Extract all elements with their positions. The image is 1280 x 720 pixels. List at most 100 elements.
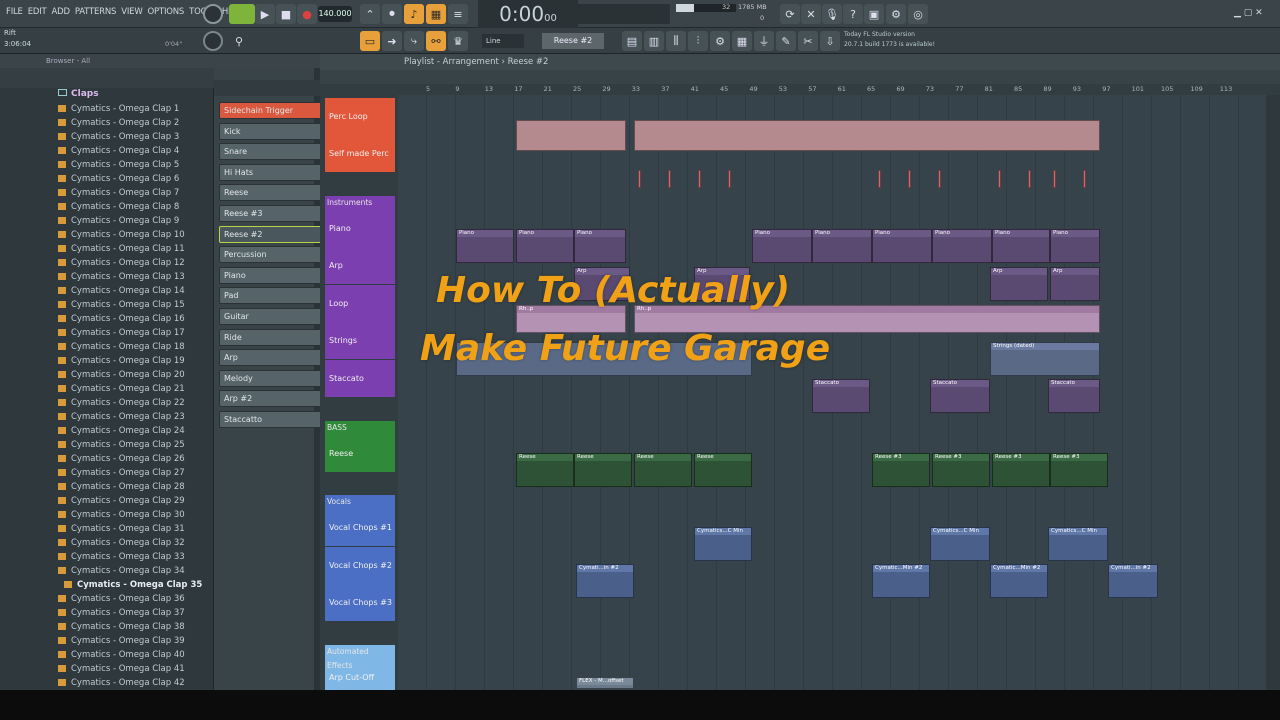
browser-item[interactable]: Cymatics - Omega Clap 42 bbox=[58, 676, 185, 690]
countdown-icon[interactable]: ♪ bbox=[404, 4, 424, 24]
browser-item[interactable]: Cymatics - Omega Clap 19 bbox=[58, 354, 185, 368]
save-icon[interactable]: ▣ bbox=[864, 4, 884, 24]
browser-folder-claps[interactable]: Claps bbox=[58, 89, 99, 99]
playlist-clip[interactable]: Cymatics...C Min bbox=[930, 527, 990, 561]
playlist-clip[interactable]: Piano bbox=[456, 229, 514, 263]
cut-icon[interactable]: ✂ bbox=[798, 31, 818, 51]
browser-item[interactable]: Cymatics - Omega Clap 1 bbox=[58, 102, 179, 116]
browser-item[interactable]: Cymatics - Omega Clap 8 bbox=[58, 200, 179, 214]
arrow-icon[interactable]: ➜ bbox=[382, 31, 402, 51]
browser-item[interactable]: Cymatics - Omega Clap 37 bbox=[58, 606, 185, 620]
edison-icon[interactable]: ✎ bbox=[776, 31, 796, 51]
channel-button[interactable]: Percussion bbox=[219, 246, 323, 264]
track-header[interactable]: Vocal Chops #3 bbox=[325, 584, 395, 621]
wait-input-icon[interactable]: ⏺ bbox=[382, 4, 402, 24]
playlist-clip[interactable]: Reese #3 bbox=[872, 453, 930, 487]
channel-button[interactable]: Melody bbox=[219, 369, 323, 387]
plug-icon[interactable]: ⏚ bbox=[754, 31, 774, 51]
cpu-icon[interactable]: ⟳ bbox=[780, 4, 800, 24]
record-button[interactable]: ● bbox=[297, 4, 317, 24]
browser-item[interactable]: Cymatics - Omega Clap 34 bbox=[58, 564, 185, 578]
browser-item[interactable]: Cymatics - Omega Clap 16 bbox=[58, 312, 185, 326]
link-icon[interactable]: ⚯ bbox=[426, 31, 446, 51]
playlist-clip[interactable]: Piano bbox=[872, 229, 932, 263]
playlist-clip[interactable]: Reese bbox=[516, 453, 574, 487]
playlist-clip[interactable] bbox=[698, 170, 701, 188]
pattern-mode-icon[interactable]: ▭ bbox=[360, 31, 380, 51]
tempo-display[interactable]: 140.000 bbox=[318, 6, 352, 22]
browser-item[interactable]: Cymatics - Omega Clap 30 bbox=[58, 508, 185, 522]
snap-select[interactable]: Line bbox=[482, 34, 524, 48]
channel-button[interactable]: Arp bbox=[219, 349, 323, 367]
channel-button[interactable]: Reese bbox=[219, 184, 323, 202]
browser-item[interactable]: Cymatics - Omega Clap 15 bbox=[58, 298, 185, 312]
playlist-clip[interactable]: Reese bbox=[574, 453, 632, 487]
playlist-clip[interactable]: Reese #3 bbox=[1050, 453, 1108, 487]
browser-item[interactable]: Cymatics - Omega Clap 28 bbox=[58, 480, 185, 494]
playlist-clip[interactable]: Reese #3 bbox=[932, 453, 990, 487]
browser-item[interactable]: Cymatics - Omega Clap 23 bbox=[58, 410, 185, 424]
track-header[interactable]: Arp bbox=[325, 247, 395, 284]
channel-button[interactable]: Snare bbox=[219, 143, 323, 161]
piano-roll-icon[interactable]: ▥ bbox=[644, 31, 664, 51]
track-header[interactable]: Piano bbox=[325, 210, 395, 247]
browser-item[interactable]: Cymatics - Omega Clap 41 bbox=[58, 662, 185, 676]
master-volume-knob[interactable] bbox=[203, 4, 223, 24]
track-header[interactable]: Self made Perc bbox=[325, 135, 395, 172]
playlist-clip[interactable]: Piano bbox=[992, 229, 1050, 263]
channel-button[interactable]: Ride bbox=[219, 328, 323, 346]
download-icon[interactable]: ⇩ bbox=[820, 31, 840, 51]
playlist-clip[interactable] bbox=[638, 170, 641, 188]
mixer-view-icon[interactable]: ⫶ bbox=[688, 31, 708, 51]
channel-rack-icon[interactable]: ⫼ bbox=[666, 31, 686, 51]
browser-item[interactable]: Cymatics - Omega Clap 38 bbox=[58, 620, 185, 634]
browser-item[interactable]: Cymatics - Omega Clap 9 bbox=[58, 214, 179, 228]
pin-icon[interactable]: ⚲ bbox=[229, 31, 249, 51]
channel-button[interactable]: Pad bbox=[219, 287, 323, 305]
step-edit-icon[interactable]: ▦ bbox=[426, 4, 446, 24]
channel-button[interactable]: Staccatto bbox=[219, 411, 323, 428]
browser-item[interactable]: Cymatics - Omega Clap 13 bbox=[58, 270, 185, 284]
track-header[interactable]: Reese bbox=[325, 435, 395, 472]
track-header[interactable]: Strings bbox=[325, 322, 395, 359]
playlist-clip[interactable]: Staccato bbox=[1048, 379, 1100, 413]
track-header[interactable]: Vocal Chops #1 bbox=[325, 509, 395, 546]
menu-patterns[interactable]: PATTERNS bbox=[75, 7, 117, 17]
play-button[interactable]: ▶ bbox=[255, 4, 275, 24]
browser-item[interactable]: Cymatics - Omega Clap 3 bbox=[58, 130, 179, 144]
channel-button[interactable]: Reese #2 bbox=[219, 225, 323, 243]
browser-item[interactable]: Cymatics - Omega Clap 35 bbox=[64, 578, 202, 592]
browser-item[interactable]: Cymatics - Omega Clap 32 bbox=[58, 536, 185, 550]
browser-item[interactable]: Cymatics - Omega Clap 2 bbox=[58, 116, 179, 130]
playlist-clip[interactable]: Piano bbox=[932, 229, 992, 263]
channel-button[interactable]: Reese #3 bbox=[219, 205, 323, 222]
chat-icon[interactable]: ◎ bbox=[908, 4, 928, 24]
help-icon[interactable]: ? bbox=[843, 4, 863, 24]
channel-button[interactable]: Hi Hats bbox=[219, 163, 323, 181]
browser-item[interactable]: Cymatics - Omega Clap 7 bbox=[58, 186, 179, 200]
playlist-clip[interactable] bbox=[1083, 170, 1086, 188]
browser-item[interactable]: Cymatics - Omega Clap 27 bbox=[58, 466, 185, 480]
plugin-picker-icon[interactable]: ⚙ bbox=[710, 31, 730, 51]
playlist-clip[interactable]: Cymati...in #2 bbox=[576, 564, 634, 598]
browser-item[interactable]: Cymatics - Omega Clap 36 bbox=[58, 592, 185, 606]
browser-item[interactable]: Cymatics - Omega Clap 6 bbox=[58, 172, 179, 186]
browser-item[interactable]: Cymatics - Omega Clap 33 bbox=[58, 550, 185, 564]
menu-options[interactable]: OPTIONS bbox=[148, 7, 185, 17]
loop-icon[interactable]: ⤷ bbox=[404, 31, 424, 51]
playlist-clip[interactable]: Cymatics...C Min bbox=[694, 527, 752, 561]
microphone-icon[interactable]: 🎙 bbox=[822, 4, 842, 24]
track-header[interactable]: Loop bbox=[325, 285, 395, 322]
vertical-scrollbar[interactable] bbox=[1266, 95, 1280, 694]
playlist-clip[interactable] bbox=[908, 170, 911, 188]
menu-add[interactable]: ADD bbox=[52, 7, 71, 17]
browser-item[interactable]: Cymatics - Omega Clap 24 bbox=[58, 424, 185, 438]
playlist-clip[interactable]: Piano bbox=[516, 229, 574, 263]
menu-file[interactable]: FILE bbox=[6, 7, 23, 17]
timeline-ruler[interactable]: 5 9 13 17 21 25 29 33 37 41 45 49 53 57 61 65 69 73 77 81 85… bbox=[398, 85, 1278, 95]
playlist-clip[interactable] bbox=[1028, 170, 1031, 188]
blend-notes-icon[interactable]: ≡ bbox=[448, 4, 468, 24]
playlist-clip[interactable]: Reese #3 bbox=[992, 453, 1050, 487]
browser-item[interactable]: Cymatics - Omega Clap 5 bbox=[58, 158, 179, 172]
playlist-clip[interactable] bbox=[878, 170, 881, 188]
